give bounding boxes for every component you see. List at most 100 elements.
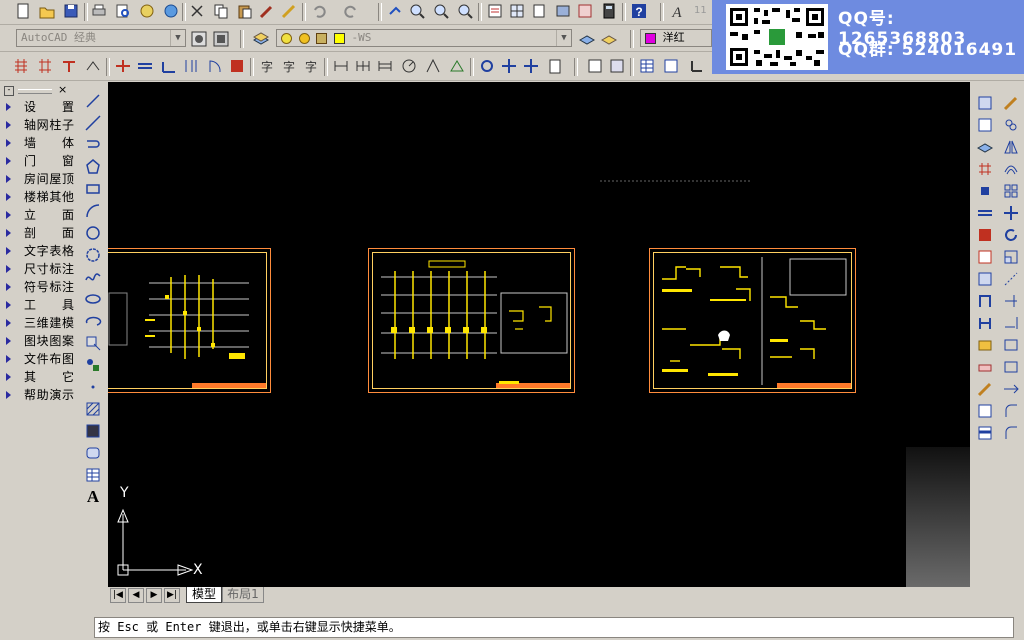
workspace-dropdown[interactable]: AutoCAD 经典 ▼ <box>16 29 186 47</box>
menu-item-doors-windows[interactable]: 门窗 <box>6 152 74 170</box>
view-icon[interactable] <box>608 57 626 75</box>
pan-realtime-icon[interactable] <box>386 2 404 20</box>
table-draw-icon[interactable] <box>84 466 102 484</box>
open-file-icon[interactable] <box>38 2 56 20</box>
publish-icon[interactable] <box>138 2 156 20</box>
dim-radius-icon[interactable] <box>400 57 418 75</box>
layout-viewport-icon[interactable] <box>976 94 994 112</box>
undo-icon[interactable] <box>310 2 328 20</box>
door-icon[interactable] <box>136 57 154 75</box>
single-text-icon[interactable]: 字 <box>280 57 298 75</box>
arc-door-icon[interactable] <box>206 57 224 75</box>
properties-icon[interactable] <box>486 2 504 20</box>
spline-icon[interactable] <box>84 268 102 286</box>
layout-icon[interactable] <box>586 57 604 75</box>
hatch-pattern-icon[interactable] <box>84 400 102 418</box>
save-icon[interactable] <box>62 2 80 20</box>
layer-properties-icon[interactable] <box>252 30 270 48</box>
rotate-icon[interactable] <box>1002 226 1020 244</box>
save-workspace-icon[interactable] <box>212 30 230 48</box>
point-icon[interactable] <box>84 378 102 396</box>
copy-icon[interactable] <box>212 2 230 20</box>
gradient-icon[interactable] <box>84 422 102 440</box>
menu-item-3d-modeling[interactable]: 三维建模 <box>6 314 74 332</box>
book-icon[interactable] <box>976 402 994 420</box>
minimize-icon[interactable]: - <box>4 86 14 96</box>
insert-block-icon[interactable] <box>84 334 102 352</box>
clipboard-icon[interactable] <box>546 57 564 75</box>
arc-icon[interactable] <box>84 202 102 220</box>
image-icon[interactable] <box>662 57 680 75</box>
menu-item-elevation[interactable]: 立面 <box>6 206 74 224</box>
extend-icon[interactable] <box>1002 314 1020 332</box>
region-icon[interactable] <box>84 444 102 462</box>
menu-item-rooms-roofs[interactable]: 房间屋顶 <box>6 170 74 188</box>
ellipse-icon[interactable] <box>84 290 102 308</box>
ucs-icon[interactable] <box>688 57 706 75</box>
copy-object-icon[interactable] <box>522 57 540 75</box>
sheet-set-icon[interactable] <box>554 2 572 20</box>
array-icon[interactable] <box>1002 182 1020 200</box>
menu-item-text-tables[interactable]: 文字表格 <box>6 242 74 260</box>
block-editor-icon[interactable] <box>280 2 298 20</box>
chamfer-icon[interactable] <box>1002 380 1020 398</box>
paste-icon[interactable] <box>236 2 254 20</box>
column-icon[interactable] <box>60 57 78 75</box>
text-style-icon[interactable]: A <box>668 2 686 20</box>
break-icon[interactable] <box>1002 336 1020 354</box>
stair-icon[interactable] <box>160 57 178 75</box>
tab-model[interactable]: 模型 <box>186 587 222 603</box>
design-center-icon[interactable] <box>508 2 526 20</box>
zoom-previous-icon[interactable] <box>456 2 474 20</box>
trim-icon[interactable] <box>1002 292 1020 310</box>
copy-modify-icon[interactable] <box>1002 116 1020 134</box>
room-icon[interactable] <box>182 57 200 75</box>
multiline-text-icon[interactable]: A <box>84 488 102 506</box>
polygon-icon[interactable] <box>84 158 102 176</box>
menu-item-section[interactable]: 剖面 <box>6 224 74 242</box>
door-tool-icon[interactable] <box>976 226 994 244</box>
offset-icon[interactable] <box>1002 160 1020 178</box>
workspace-settings-icon[interactable] <box>190 30 208 48</box>
menu-item-stairs-other[interactable]: 楼梯其他 <box>6 188 74 206</box>
fillet-icon[interactable] <box>1002 402 1020 420</box>
wall-icon[interactable] <box>84 57 102 75</box>
mail-icon[interactable] <box>976 336 994 354</box>
first-tab-icon[interactable]: |◀ <box>110 588 126 603</box>
layers-stack-icon[interactable] <box>976 138 994 156</box>
tool-palettes-icon[interactable] <box>530 2 548 20</box>
symbol-icon[interactable] <box>478 57 496 75</box>
color-dropdown[interactable]: 洋红 <box>640 29 712 47</box>
join-icon[interactable] <box>1002 358 1020 376</box>
column-block-icon[interactable] <box>976 182 994 200</box>
calculator-icon[interactable] <box>600 2 618 20</box>
web-icon[interactable] <box>162 2 180 20</box>
window-icon[interactable] <box>114 57 132 75</box>
line-icon[interactable] <box>84 92 102 110</box>
stair-tool-icon[interactable] <box>976 270 994 288</box>
cut-icon[interactable] <box>188 2 206 20</box>
menu-item-other[interactable]: 其它 <box>6 368 74 386</box>
roof-tool-icon[interactable] <box>976 314 994 332</box>
erase-icon[interactable] <box>1002 94 1020 112</box>
drawing-sheet-1[interactable] <box>108 248 271 393</box>
redo-icon[interactable] <box>342 2 360 20</box>
make-block-icon[interactable] <box>84 356 102 374</box>
mirror-icon[interactable] <box>1002 138 1020 156</box>
ellipse-arc-icon[interactable] <box>84 312 102 330</box>
zoom-window-icon[interactable] <box>432 2 450 20</box>
grid-axis-icon[interactable] <box>976 160 994 178</box>
revision-cloud-icon[interactable] <box>84 246 102 264</box>
dim-angle-icon[interactable] <box>424 57 442 75</box>
drawing-sheet-3[interactable] <box>649 248 856 393</box>
command-line[interactable]: 按 Esc 或 Enter 键退出，或单击右键显示快捷菜单。 <box>94 617 1014 638</box>
axis-label-icon[interactable] <box>36 57 54 75</box>
stretch-icon[interactable] <box>1002 270 1020 288</box>
menu-item-help-demo[interactable]: 帮助演示 <box>6 386 74 404</box>
table-icon[interactable] <box>638 57 656 75</box>
wall-tool-icon[interactable] <box>976 204 994 222</box>
menu-item-blocks-patterns[interactable]: 图块图案 <box>6 332 74 350</box>
drawing-canvas[interactable]: Y X <box>108 82 970 587</box>
menu-item-file-layout[interactable]: 文件布图 <box>6 350 74 368</box>
menu-item-dimensions[interactable]: 尺寸标注 <box>6 260 74 278</box>
